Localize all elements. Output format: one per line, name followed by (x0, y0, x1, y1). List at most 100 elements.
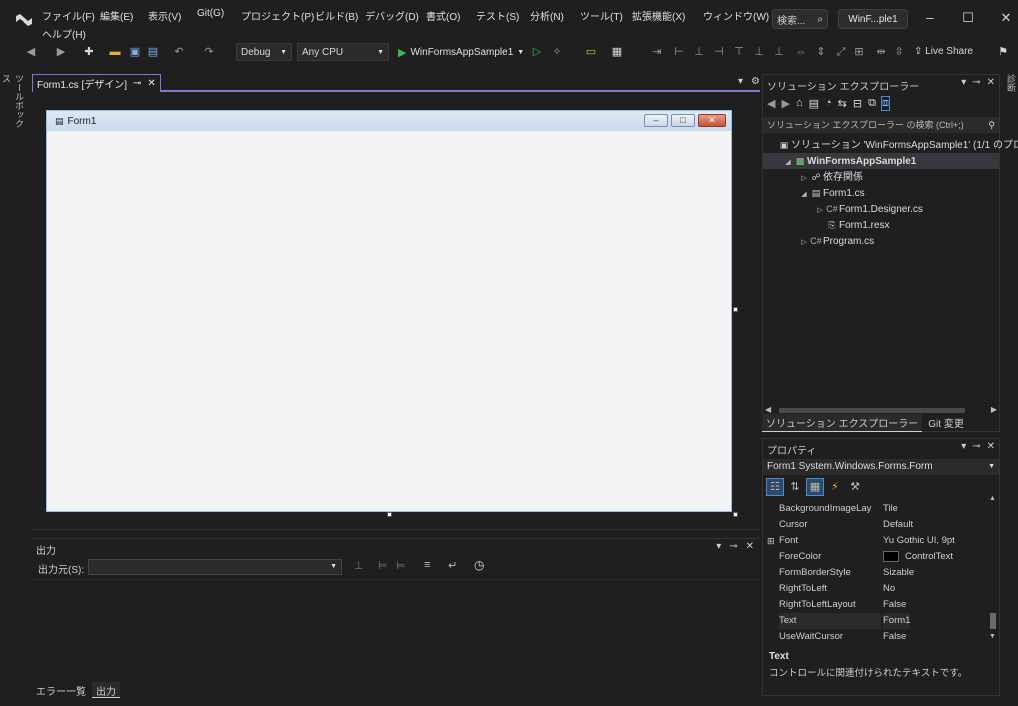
clock-icon[interactable]: ◷ (474, 558, 484, 572)
align-tops-icon[interactable]: ⊤ (732, 45, 746, 59)
back-icon[interactable]: ◀ (24, 45, 38, 59)
hot-reload-icon[interactable]: ✧ (550, 45, 564, 59)
forward-icon[interactable]: ▶ (781, 97, 789, 110)
tab-solution-explorer[interactable]: ソリューション エクスプローラー (762, 414, 923, 432)
menu-view[interactable]: 表示(V) (148, 8, 181, 23)
solution-name-button[interactable]: WinF...ple1 (838, 9, 908, 29)
previous-message-icon[interactable]: ⊨ (378, 559, 388, 572)
menu-tools[interactable]: ツール(T) (580, 8, 623, 23)
scroll-up-icon[interactable]: ▲ (989, 495, 996, 502)
pin-icon[interactable]: ⊸ (972, 77, 980, 88)
solution-explorer-search[interactable]: ソリューション エクスプローラー の検索 (Ctrl+;) ⚲ (763, 117, 999, 133)
form-preview[interactable]: ▤ Form1 – □ ✕ (46, 110, 732, 512)
menu-extensions[interactable]: 拡張機能(X) (632, 8, 685, 23)
tab-error-list[interactable]: エラー一覧 (32, 682, 90, 698)
show-all-files-icon[interactable]: ⧉ (868, 97, 876, 110)
menu-git[interactable]: Git(G) (197, 8, 224, 19)
platform-dropdown[interactable]: Any CPU ▼ (297, 43, 389, 61)
property-row[interactable]: ForeColor ControlText (763, 549, 989, 565)
pin-icon[interactable]: ⊸ (729, 541, 737, 552)
switch-views-icon[interactable]: ▤ (809, 97, 819, 110)
grid-icon[interactable]: ⊞ (852, 45, 866, 59)
scroll-down-icon[interactable]: ▼ (989, 633, 996, 640)
vertical-scrollbar[interactable]: ▲ ▼ (989, 495, 997, 643)
scroll-right-icon[interactable]: ▶ (991, 405, 997, 414)
undo-icon[interactable]: ↶ (172, 45, 186, 59)
gear-icon[interactable]: ⚙ (751, 76, 760, 87)
property-value[interactable]: Sizable (883, 565, 914, 581)
categorized-icon[interactable]: ☷ (766, 478, 784, 496)
next-message-icon[interactable]: ⊨ (396, 559, 406, 572)
align-middles-icon[interactable]: ⊥ (752, 45, 766, 59)
tree-item[interactable]: ⎘ Form1.resx (763, 217, 999, 233)
property-row[interactable]: FormBorderStyle Sizable (763, 565, 989, 581)
property-value[interactable]: No (883, 581, 895, 597)
chevron-down-icon[interactable]: ▾ (961, 441, 966, 452)
property-value[interactable]: Yu Gothic UI, 9pt (883, 533, 955, 549)
property-row[interactable]: RightToLeftLayout False (763, 597, 989, 613)
expand-icon[interactable]: ⊞ (767, 533, 775, 549)
align-lefts-icon[interactable]: ⊢ (672, 45, 686, 59)
property-value[interactable]: False (883, 597, 906, 613)
chevron-down-icon[interactable]: ▾ (716, 541, 721, 552)
tree-item[interactable]: ▷ C#Form1.Designer.cs (763, 201, 999, 217)
menu-file[interactable]: ファイル(F) (42, 8, 95, 23)
menu-project[interactable]: プロジェクト(P) (241, 8, 314, 23)
close-icon[interactable]: ✕ (987, 441, 995, 452)
save-icon[interactable]: ▣ (128, 45, 142, 59)
scrollbar-thumb[interactable] (990, 613, 996, 629)
new-item-icon[interactable]: ✚ (82, 45, 96, 59)
home-icon[interactable]: ⌂ (796, 97, 803, 110)
align-bottoms-icon[interactable]: ⊥ (772, 45, 786, 59)
browse-icon[interactable]: ▭ (584, 45, 598, 59)
tree-item[interactable]: ▷ ☍ 依存関係 (763, 169, 999, 185)
toolbox-tab[interactable]: ツールボックス (1, 74, 26, 134)
collapse-all-icon[interactable]: ⊟ (853, 97, 862, 110)
tree-item[interactable]: ▣ソリューション 'WinFormsAppSample1' (1/1 のプロジェ… (763, 137, 1018, 153)
layout-icon[interactable]: ▦ (610, 45, 624, 59)
output-source-dropdown[interactable]: ▼ (88, 559, 342, 575)
clear-all-icon[interactable]: ≡ (424, 559, 430, 571)
solution-config-dropdown[interactable]: Debug ▼ (236, 43, 292, 61)
menu-test[interactable]: テスト(S) (476, 8, 519, 23)
maximize-icon[interactable]: ☐ (958, 10, 978, 26)
chevron-down-icon[interactable]: ▾ (738, 76, 743, 87)
same-height-icon[interactable]: ⇕ (814, 45, 828, 59)
events-icon[interactable]: ⚡ (827, 479, 843, 495)
menu-help[interactable]: ヘルプ(H) (42, 26, 86, 41)
back-icon[interactable]: ◀ (767, 97, 775, 110)
menu-format[interactable]: 書式(O) (426, 8, 460, 23)
find-message-icon[interactable]: ⊥ (354, 559, 364, 572)
spacing-icon[interactable]: ⇹ (874, 45, 888, 59)
word-wrap-icon[interactable]: ↵ (448, 559, 457, 572)
scrollbar-thumb[interactable] (779, 408, 965, 413)
start-debugging-button[interactable]: ▶ WinFormsAppSample1 ▼ (398, 43, 524, 61)
close-icon[interactable]: ✕ (987, 77, 995, 88)
save-all-icon[interactable]: ▤ (146, 45, 160, 59)
property-row[interactable]: BackgroundImageLay Tile (763, 501, 989, 517)
resize-handle-corner[interactable] (733, 512, 738, 517)
open-folder-icon[interactable]: ▬ (108, 45, 122, 59)
alphabetical-icon[interactable]: ⇅ (787, 479, 803, 495)
search-box[interactable]: 検索... ⌕ (772, 9, 828, 29)
property-row[interactable]: Text Form1 (763, 613, 989, 629)
property-pages-icon[interactable]: ⚒ (847, 479, 863, 495)
diagnostics-tab[interactable]: 診断 (1006, 74, 1018, 92)
pointer-icon[interactable]: ⇥ (650, 45, 664, 59)
properties-icon[interactable]: ▦ (806, 478, 824, 496)
tab-git-changes[interactable]: Git 変更 (924, 414, 968, 432)
tree-item[interactable]: ◢ ▤ Form1.cs (763, 185, 999, 201)
vertical-spacing-icon[interactable]: ⇳ (892, 45, 906, 59)
chevron-down-icon[interactable]: ▾ (961, 77, 966, 88)
pin-icon[interactable]: ⊸ (133, 78, 141, 89)
tree-item[interactable]: ▷ C#Program.cs (763, 233, 999, 249)
live-share-button[interactable]: ⇪ Live Share (914, 46, 973, 57)
menu-window[interactable]: ウィンドウ(W) (703, 8, 769, 23)
tab-output[interactable]: 出力 (92, 682, 120, 698)
sync-icon[interactable]: ⇆ (838, 97, 847, 110)
align-rights-icon[interactable]: ⊣ (712, 45, 726, 59)
close-icon[interactable]: ✕ (996, 10, 1016, 26)
close-tab-icon[interactable]: ✕ (147, 78, 155, 89)
pending-changes-icon[interactable]: ◔ (825, 97, 832, 110)
scroll-left-icon[interactable]: ◀ (765, 405, 771, 414)
